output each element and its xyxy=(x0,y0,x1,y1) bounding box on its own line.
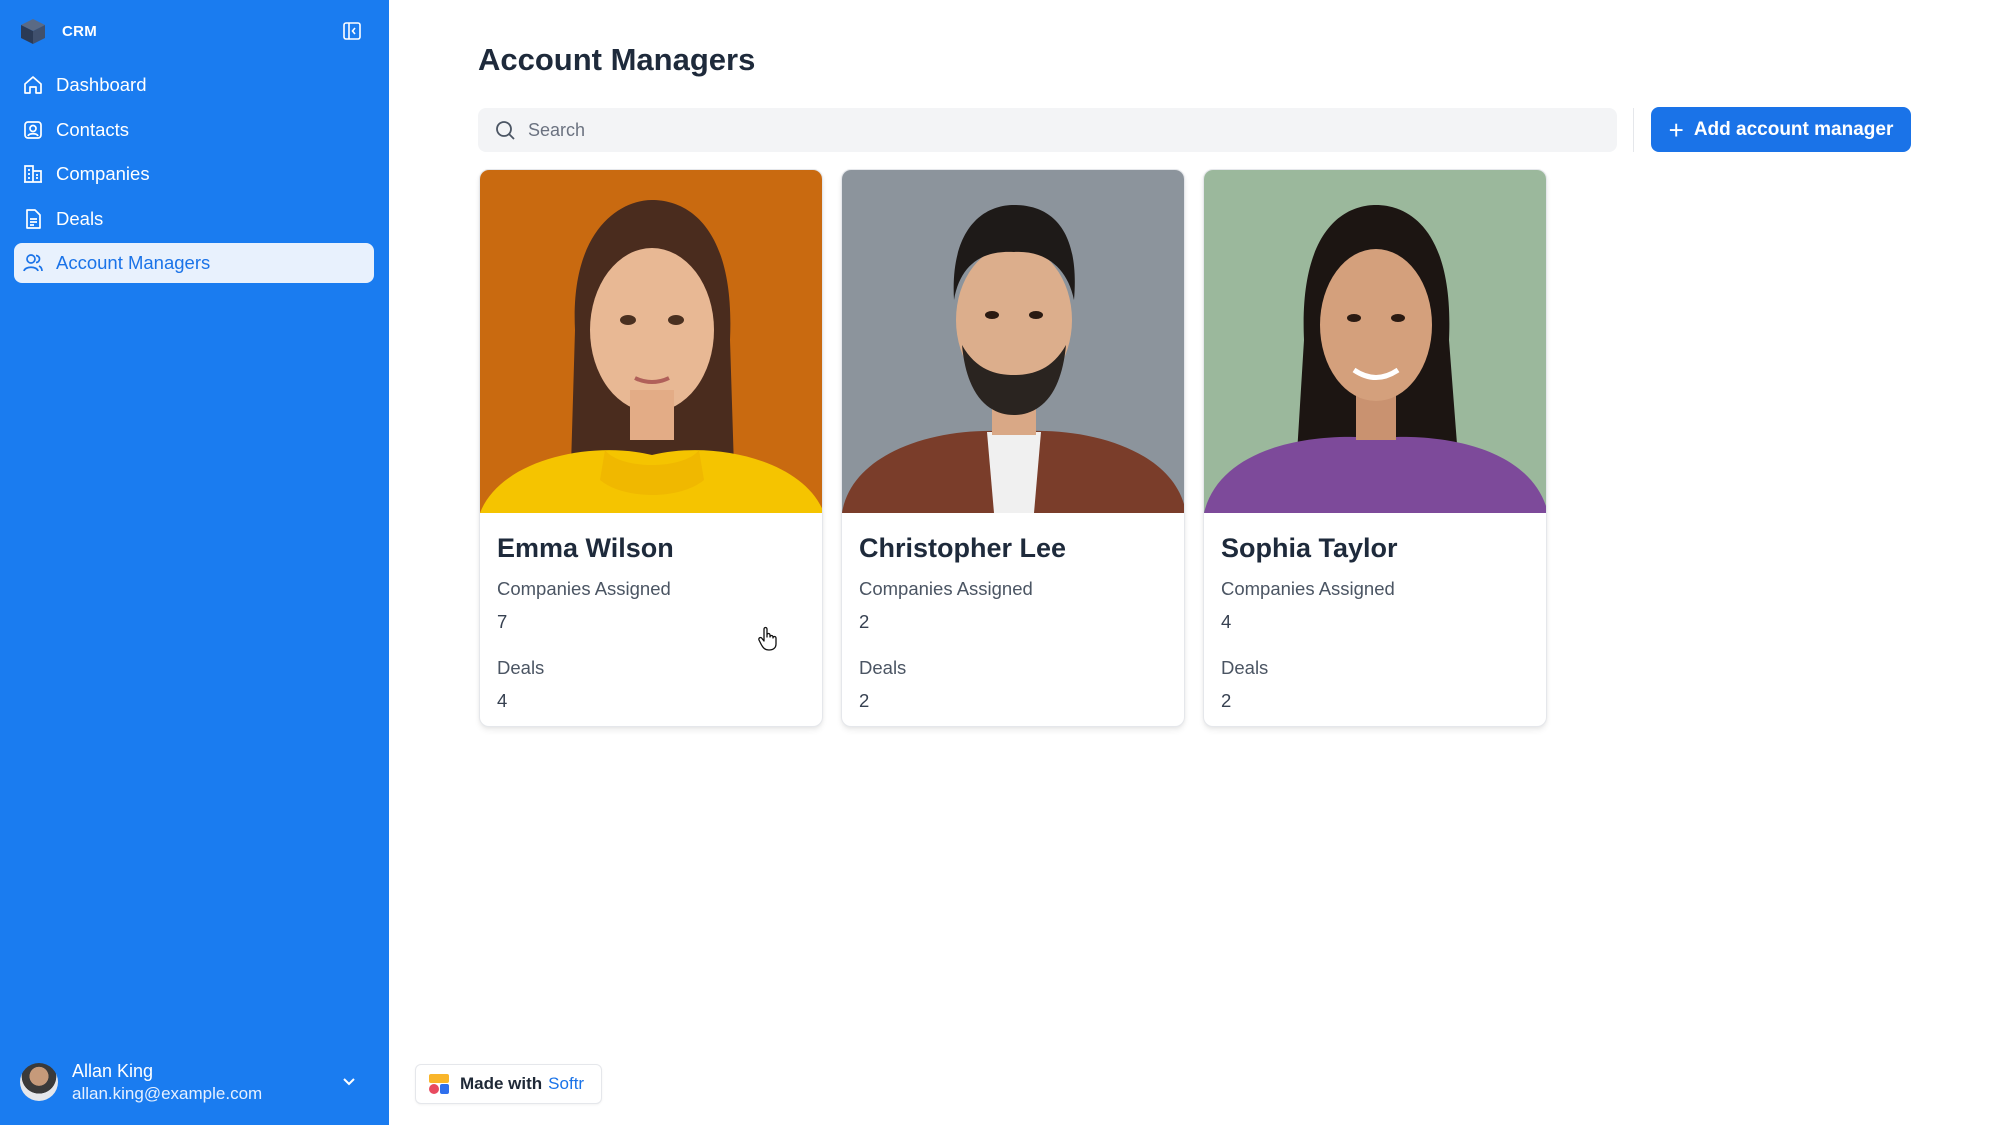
sidebar-header: CRM xyxy=(18,14,371,48)
sidebar-item-dashboard[interactable]: Dashboard xyxy=(14,65,374,105)
sidebar-item-label: Deals xyxy=(56,207,104,229)
deals-label: Deals xyxy=(497,657,545,678)
companies-value: 4 xyxy=(1221,611,1232,632)
sidebar-item-label: Dashboard xyxy=(56,74,147,95)
page-title: Account Managers xyxy=(478,42,756,77)
companies-label: Companies Assigned xyxy=(497,578,671,599)
manager-name: Christopher Lee xyxy=(859,533,1067,563)
profile-photo xyxy=(1204,170,1546,513)
search-input[interactable] xyxy=(528,119,1588,141)
user-menu[interactable]: Allan King allan.king@example.com xyxy=(20,1057,369,1107)
manager-name: Emma Wilson xyxy=(497,533,674,563)
account-manager-card[interactable]: Christopher Lee Companies Assigned 2 Dea… xyxy=(841,169,1185,727)
deals-value: 2 xyxy=(859,690,870,711)
sidebar-item-contacts[interactable]: Contacts xyxy=(14,110,374,150)
sidebar-item-label: Companies xyxy=(56,163,150,184)
collapse-sidebar-icon xyxy=(343,22,361,40)
manager-name: Sophia Taylor xyxy=(1221,533,1398,563)
user-info: Allan King allan.king@example.com xyxy=(72,1059,262,1105)
hand-cursor-icon xyxy=(758,626,777,651)
collapse-sidebar-button[interactable] xyxy=(339,18,365,44)
search-icon xyxy=(496,121,515,140)
avatar xyxy=(20,1063,58,1101)
made-with-softr-badge[interactable]: Made with Softr xyxy=(415,1064,602,1104)
building-icon xyxy=(22,163,44,185)
plus-icon: + xyxy=(1668,114,1684,145)
sidebar-item-account-managers[interactable]: Account Managers xyxy=(14,243,374,283)
deals-value: 2 xyxy=(1221,690,1232,711)
document-icon xyxy=(22,208,44,230)
sidebar-item-companies[interactable]: Companies xyxy=(14,154,374,194)
sidebar-nav: Dashboard Contacts Companies Deals Accou… xyxy=(14,65,374,288)
search-bar[interactable] xyxy=(478,108,1617,152)
sidebar-item-label: Contacts xyxy=(56,118,130,140)
contact-card-icon xyxy=(22,119,44,141)
sidebar-item-label: Account Managers xyxy=(56,252,211,273)
app-name: CRM xyxy=(62,22,98,40)
softr-logo-icon xyxy=(429,1074,449,1094)
softr-brand: Softr xyxy=(548,1074,585,1093)
user-email: allan.king@example.com xyxy=(72,1084,263,1103)
sidebar-item-deals[interactable]: Deals xyxy=(14,199,374,239)
user-name: Allan King xyxy=(72,1061,154,1081)
deals-label: Deals xyxy=(1221,657,1269,678)
card-body: Christopher Lee Companies Assigned 2 Dea… xyxy=(842,513,1184,726)
profile-photo xyxy=(842,170,1184,513)
deals-value: 4 xyxy=(497,690,508,711)
add-account-manager-button[interactable]: + Add account manager xyxy=(1651,107,1911,152)
companies-label: Companies Assigned xyxy=(859,578,1033,599)
profile-photo xyxy=(480,170,822,513)
add-button-label: Add account manager xyxy=(1693,118,1894,140)
sidebar: CRM Dashboard Contacts Companies Deals A… xyxy=(0,0,389,1125)
cube-logo-icon xyxy=(21,19,45,44)
home-icon xyxy=(22,74,44,96)
card-body: Sophia Taylor Companies Assigned 4 Deals… xyxy=(1204,513,1546,726)
made-with-text: Made with xyxy=(460,1074,543,1093)
chevron-down-icon[interactable] xyxy=(339,1071,359,1091)
companies-value: 2 xyxy=(859,611,870,632)
deals-label: Deals xyxy=(859,657,907,678)
account-manager-card[interactable]: Sophia Taylor Companies Assigned 4 Deals… xyxy=(1203,169,1547,727)
companies-label: Companies Assigned xyxy=(1221,578,1395,599)
users-icon xyxy=(22,252,44,274)
toolbar-divider xyxy=(1633,108,1634,152)
card-body: Emma Wilson Companies Assigned 7 Deals 4 xyxy=(480,513,822,726)
